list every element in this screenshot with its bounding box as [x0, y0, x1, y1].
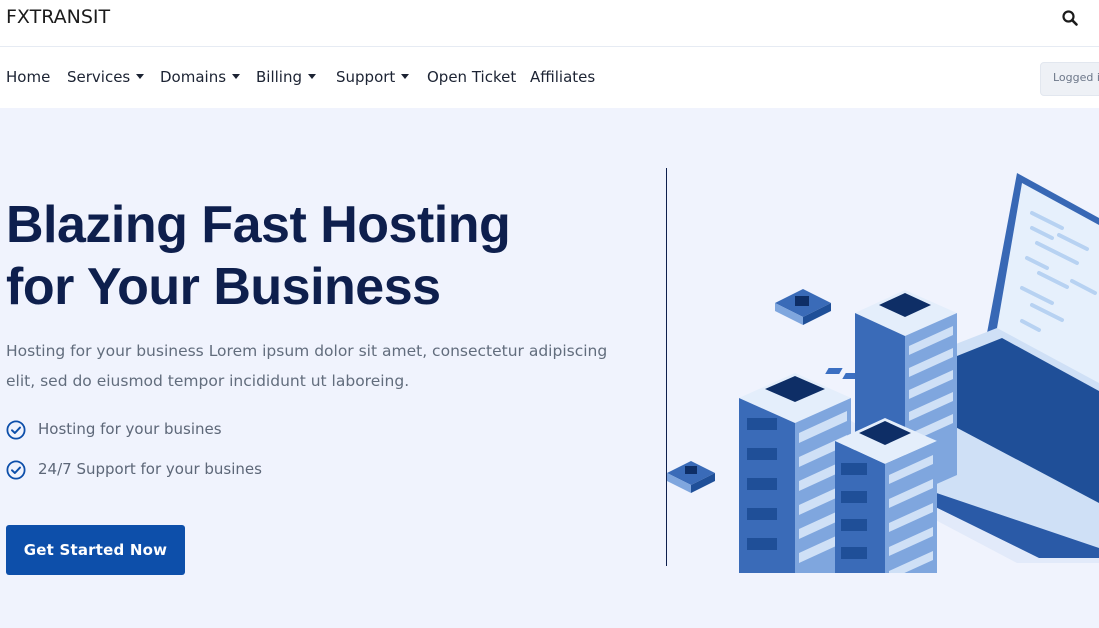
feature-label: 24/7 Support for your busines [38, 460, 262, 478]
logged-in-label: Logged i [1053, 71, 1099, 84]
search-icon[interactable] [1060, 8, 1080, 28]
server-illustration [667, 163, 1099, 628]
get-started-button[interactable]: Get Started Now [6, 525, 185, 575]
nav-home[interactable]: Home [6, 68, 50, 86]
nav-affiliates[interactable]: Affiliates [530, 68, 595, 86]
nav-support[interactable]: Support [336, 68, 410, 86]
caret-down-icon [401, 74, 410, 79]
caret-down-icon [232, 74, 241, 79]
nav-billing[interactable]: Billing [256, 68, 316, 86]
caret-down-icon [308, 74, 316, 79]
nav-open-ticket[interactable]: Open Ticket [427, 68, 516, 86]
hero-section: Blazing Fast Hosting for Your Business Ho… [0, 108, 1099, 628]
top-header: FXTRANSIT [0, 0, 1099, 47]
feature-label: Hosting for your busines [38, 420, 222, 438]
nav-domains[interactable]: Domains [160, 68, 241, 86]
main-navigation: Home Services Domains Billing Support Op… [0, 47, 1099, 108]
nav-services[interactable]: Services [67, 68, 145, 86]
hero-description: Hosting for your business Lorem ipsum do… [6, 342, 608, 390]
check-circle-icon [6, 420, 26, 440]
brand-logo[interactable]: FXTRANSIT [6, 6, 110, 28]
caret-down-icon [136, 74, 145, 79]
logged-in-dropdown[interactable]: Logged i [1040, 62, 1099, 96]
check-circle-icon [6, 460, 26, 480]
hero-title: Blazing Fast Hosting for Your Business [6, 196, 511, 316]
